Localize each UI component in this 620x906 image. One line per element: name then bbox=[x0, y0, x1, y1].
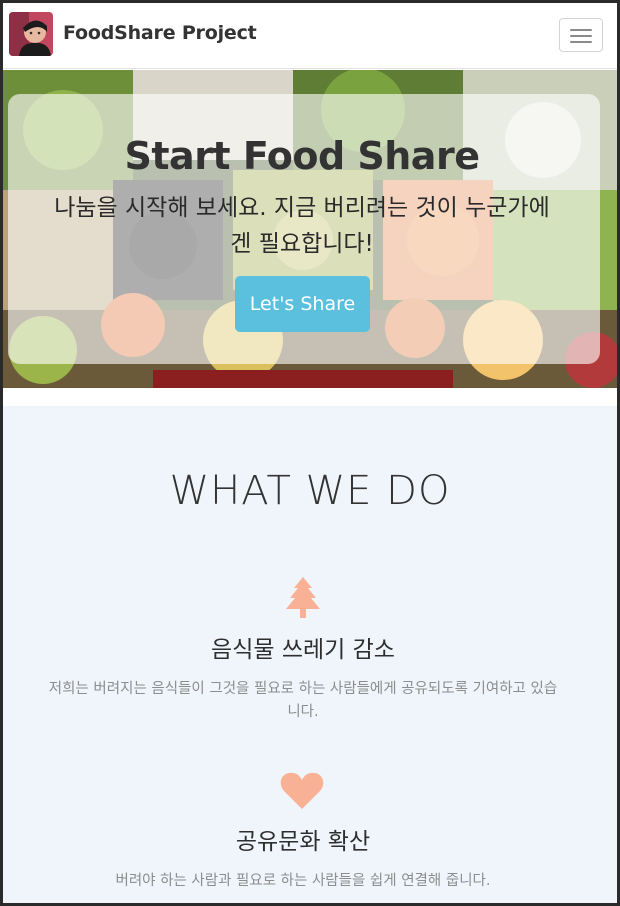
hero-subtitle: 나눔을 시작해 보세요. 지금 버리려는 것이 누군가에 겐 필요합니다! bbox=[17, 190, 587, 262]
navbar: FoodShare Project bbox=[3, 3, 617, 69]
service-title: 음식물 쓰레기 감소 bbox=[211, 637, 395, 663]
service-description-line: 니다. bbox=[287, 704, 319, 720]
lets-share-button[interactable]: Let's Share bbox=[235, 276, 370, 332]
hero-title: Start Food Share bbox=[124, 134, 480, 178]
page-frame: FoodShare Project Start Food Share 나눔을 시… bbox=[3, 3, 617, 903]
hero-section: Start Food Share 나눔을 시작해 보세요. 지금 버리려는 것이… bbox=[3, 70, 617, 388]
brand-name[interactable]: FoodShare Project bbox=[63, 22, 257, 44]
service-description: 버려야 하는 사람과 필요로 하는 사람들을 쉽게 연결해 줍니다. bbox=[3, 870, 603, 893]
service-title: 공유문화 확산 bbox=[235, 829, 371, 855]
hero-subtitle-line: 나눔을 시작해 보세요. 지금 버리려는 것이 누군가에 bbox=[54, 195, 550, 221]
section-heading: WHAT WE DO bbox=[169, 468, 451, 514]
hero-subtitle-line: 겐 필요합니다! bbox=[230, 231, 374, 257]
service-description: 저희는 버려지는 음식들이 그것을 필요로 하는 사람들에게 공유되도록 기여하… bbox=[3, 678, 603, 724]
service-description-line: 버려야 하는 사람과 필요로 하는 사람들을 쉽게 연결해 줍니다. bbox=[115, 873, 491, 889]
brand-avatar[interactable] bbox=[9, 12, 53, 56]
menu-toggle-button[interactable] bbox=[559, 18, 603, 52]
section-divider bbox=[3, 388, 617, 406]
tree-icon bbox=[286, 577, 320, 618]
service-description-line: 저희는 버려지는 음식들이 그것을 필요로 하는 사람들에게 공유되도록 기여하… bbox=[48, 681, 558, 697]
heart-icon bbox=[280, 772, 324, 809]
hamburger-menu-icon bbox=[570, 29, 592, 31]
hamburger-menu-icon bbox=[570, 41, 592, 43]
hamburger-menu-icon bbox=[570, 35, 592, 37]
what-we-do-section: WHAT WE DO 음식물 쓰레기 감소 저희는 버려지는 음식들이 그것을 … bbox=[3, 406, 617, 903]
avatar-image bbox=[9, 12, 53, 56]
